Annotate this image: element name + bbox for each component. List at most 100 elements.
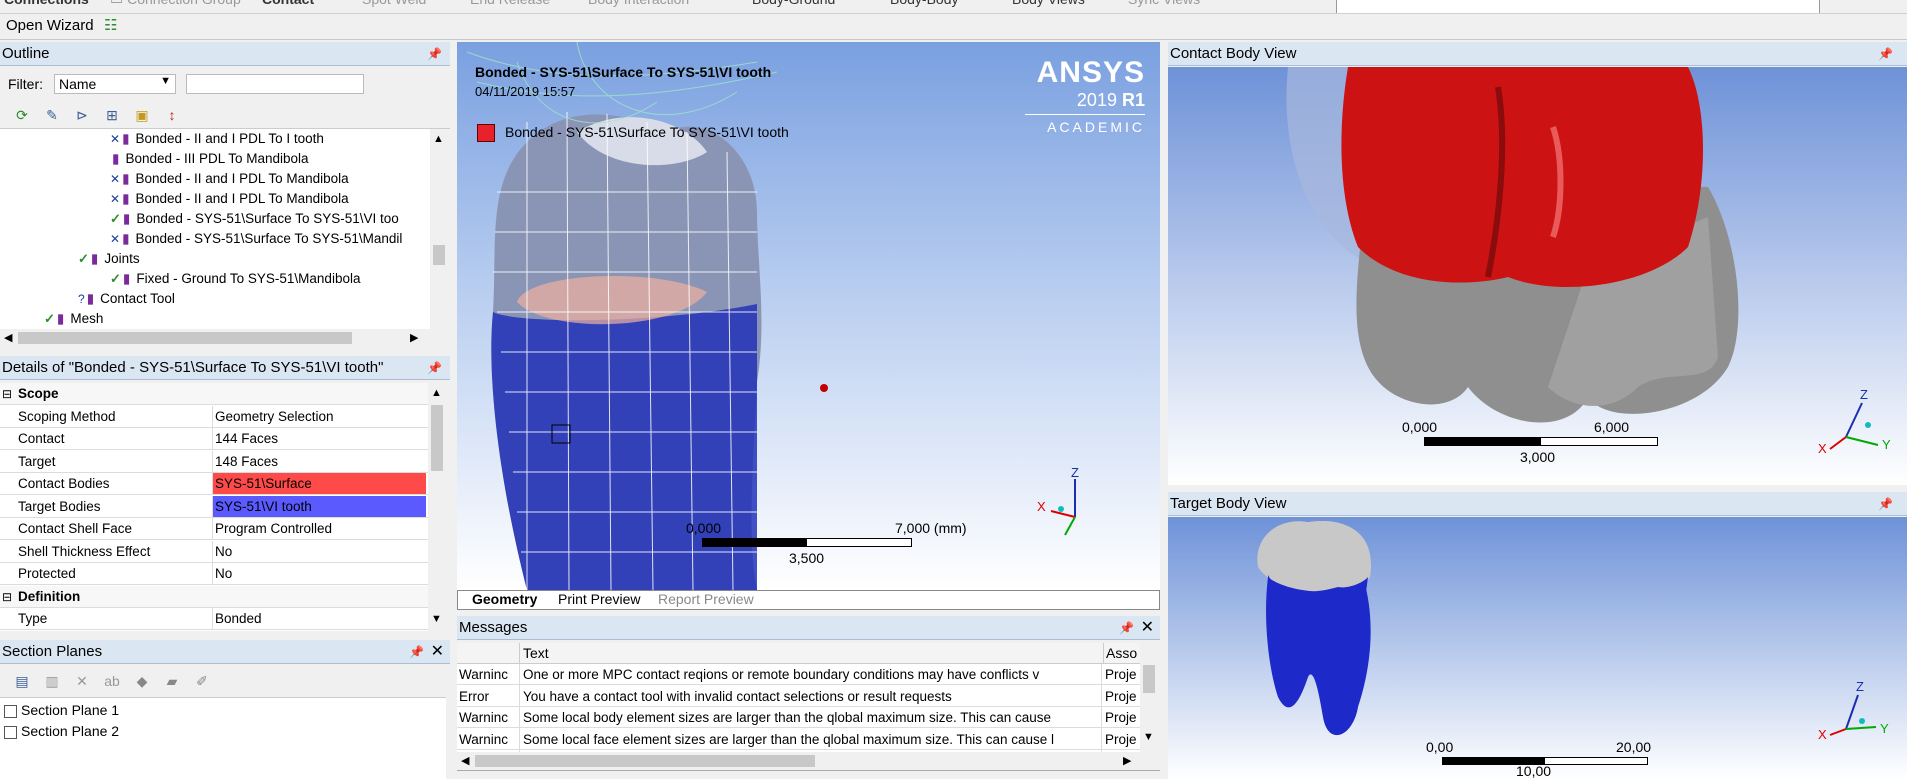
detail-value[interactable]: No: [212, 563, 426, 584]
detail-value[interactable]: Program Controlled: [212, 518, 426, 539]
toolbar-body-ground[interactable]: Body-Ground: [752, 0, 835, 7]
message-row[interactable]: Error You have a contact tool with invali…: [457, 686, 1140, 707]
detail-row[interactable]: Definition ⊟: [0, 585, 428, 608]
scroll-thumb[interactable]: [433, 245, 445, 265]
detail-row[interactable]: Protected No: [0, 563, 428, 585]
outline-hscroll[interactable]: ◀ ▶: [0, 329, 430, 347]
detail-row[interactable]: Shell Thickness Effect No: [0, 540, 428, 563]
message-row[interactable]: Warninc Some local face element sizes are…: [457, 729, 1140, 750]
status-ok-icon: ✓: [110, 211, 121, 226]
detail-value[interactable]: 144 Faces: [212, 428, 426, 449]
detail-row[interactable]: Contact Bodies SYS-51\Surface: [0, 473, 428, 495]
toolbar-body-interaction[interactable]: Body Interaction: [588, 0, 689, 7]
col-text-header[interactable]: Text: [523, 643, 549, 664]
pencil-icon[interactable]: ✐: [192, 671, 212, 691]
close-icon[interactable]: ✕: [431, 640, 444, 664]
tree-item[interactable]: ▮ Bonded - III PDL To Mandibola: [110, 149, 309, 169]
collapse-icon[interactable]: ⊟: [2, 586, 12, 608]
section-plane-item[interactable]: Section Plane 1: [4, 700, 119, 720]
sort-az-icon[interactable]: ↕: [162, 105, 182, 125]
target-body-viewport[interactable]: 0,00 20,00 10,00 Z X Y: [1168, 517, 1907, 779]
tree-item[interactable]: ✕ ▮ Bonded - II and I PDL To Mandibola: [110, 189, 349, 209]
hscroll-thumb[interactable]: [18, 332, 352, 344]
pin-icon[interactable]: 📌: [409, 640, 424, 664]
show-whole-elements-icon[interactable]: ab: [102, 671, 122, 691]
detail-row[interactable]: Target Bodies SYS-51\VI tooth: [0, 495, 428, 518]
message-row[interactable]: Warninc Some local body element sizes are…: [457, 707, 1140, 728]
geometry-viewport[interactable]: Bonded - SYS-51\Surface To SYS-51\VI too…: [457, 42, 1160, 590]
tree-filter-icon[interactable]: ⊳: [72, 105, 92, 125]
tree-item[interactable]: ✕ ▮ Bonded - II and I PDL To I tooth: [110, 129, 324, 149]
edit-section-icon[interactable]: ▥: [42, 671, 62, 691]
new-section-plane-icon[interactable]: ▤: [12, 671, 32, 691]
toolbar-end-release[interactable]: End Release: [470, 0, 550, 7]
detail-row[interactable]: Scope ⊟: [0, 383, 428, 405]
detail-value[interactable]: SYS-51\VI tooth: [212, 495, 426, 517]
scale-right-label: 7,000 (mm): [895, 520, 967, 536]
tree-item[interactable]: ✕ ▮ Bonded - II and I PDL To Mandibola: [110, 169, 349, 189]
detail-value[interactable]: SYS-51\Surface: [212, 473, 426, 494]
suppress-icon[interactable]: ✎: [42, 105, 62, 125]
ansys-version: 2019: [1076, 90, 1117, 110]
detail-row[interactable]: Type Bonded: [0, 608, 428, 630]
axis-triad-icon: Z X Y: [1818, 387, 1891, 455]
checkbox[interactable]: [4, 704, 17, 718]
toolbar-connections[interactable]: Connections: [4, 0, 89, 7]
pin-icon[interactable]: 📌: [427, 42, 442, 66]
expand-all-icon[interactable]: ⊞: [102, 105, 122, 125]
tree-item[interactable]: ✓ ▮ Joints: [78, 249, 140, 269]
detail-value[interactable]: Geometry Selection: [212, 405, 426, 427]
contact-body-viewport[interactable]: 0,000 6,000 3,000 Z X Y: [1168, 67, 1907, 485]
toolbar-contact[interactable]: Contact: [262, 0, 314, 7]
target-view-title-bar: Target Body View 📌: [1168, 492, 1907, 516]
pin-icon[interactable]: 📌: [1119, 616, 1134, 640]
tree-item[interactable]: ✓ ▮ Fixed - Ground To SYS-51\Mandibola: [110, 269, 360, 289]
tree-item[interactable]: ✓ ▮ Bonded - SYS-51\Surface To SYS-51\VI t…: [110, 209, 399, 229]
details-vscroll[interactable]: ▲ ▼: [428, 383, 446, 631]
scroll-thumb[interactable]: [431, 405, 443, 471]
toolbar-spot-weld[interactable]: Spot Weld: [362, 0, 426, 7]
col-assoc-header[interactable]: Asso: [1103, 643, 1137, 664]
refresh-icon[interactable]: ⟳: [12, 105, 32, 125]
open-wizard-button[interactable]: Open Wizard: [6, 17, 94, 34]
tab-geometry[interactable]: Geometry: [472, 591, 537, 607]
detail-row[interactable]: Target 148 Faces: [0, 450, 428, 473]
detail-value[interactable]: Bonded: [212, 608, 426, 629]
pin-icon[interactable]: 📌: [1878, 492, 1893, 516]
scroll-thumb[interactable]: [1143, 665, 1155, 693]
tree-item-label: Bonded - SYS-51\Surface To SYS-51\Mandil: [135, 231, 403, 246]
section-plane-item[interactable]: Section Plane 2: [4, 721, 119, 741]
tree-item[interactable]: ? ▮ Contact Tool: [78, 289, 175, 309]
folder-icon[interactable]: ▣: [132, 105, 152, 125]
message-row[interactable]: Warninc One or more MPC contact reqions o…: [457, 664, 1140, 685]
detail-value[interactable]: 148 Faces: [212, 450, 426, 472]
delete-icon[interactable]: ✕: [72, 671, 92, 691]
outline-title: Outline: [2, 45, 50, 62]
hscroll-thumb[interactable]: [475, 755, 815, 767]
collapse-icon[interactable]: ⊟: [2, 383, 12, 405]
filter-select[interactable]: Name ▼: [54, 74, 176, 94]
outline-vscroll[interactable]: ▲: [430, 129, 448, 329]
checkbox[interactable]: [4, 725, 17, 739]
toolbar-sync-views[interactable]: Sync Views: [1128, 0, 1200, 7]
toolbar-body-body[interactable]: Body-Body: [890, 0, 958, 7]
pin-icon[interactable]: 📌: [427, 356, 442, 380]
messages-vscroll[interactable]: ▼: [1140, 643, 1158, 753]
tab-print-preview[interactable]: Print Preview: [558, 591, 640, 607]
close-icon[interactable]: ✕: [1141, 616, 1154, 640]
messages-hscroll[interactable]: ◀ ▶: [457, 752, 1140, 770]
toolbar-body-views[interactable]: Body Views: [1012, 0, 1085, 7]
pin-icon[interactable]: 📌: [1878, 42, 1893, 66]
detail-row[interactable]: Contact 144 Faces: [0, 428, 428, 450]
filter-input[interactable]: [186, 74, 364, 94]
tree-item[interactable]: ✓ ▮ Mesh: [44, 309, 103, 329]
wizard-icon[interactable]: ☷: [104, 16, 117, 34]
tree-item[interactable]: ✕ ▮ Bonded - SYS-51\Surface To SYS-51\Mand…: [110, 229, 402, 249]
detail-row[interactable]: Contact Shell Face Program Controlled: [0, 518, 428, 540]
detail-value[interactable]: No: [212, 540, 426, 562]
tab-report-preview[interactable]: Report Preview: [658, 591, 754, 607]
capping-icon[interactable]: ◆: [132, 671, 152, 691]
detail-row[interactable]: Scoping Method Geometry Selection: [0, 405, 428, 428]
toolbar-connection-group[interactable]: ▭ Connection Group: [110, 0, 241, 8]
plane-icon[interactable]: ▰: [162, 671, 182, 691]
